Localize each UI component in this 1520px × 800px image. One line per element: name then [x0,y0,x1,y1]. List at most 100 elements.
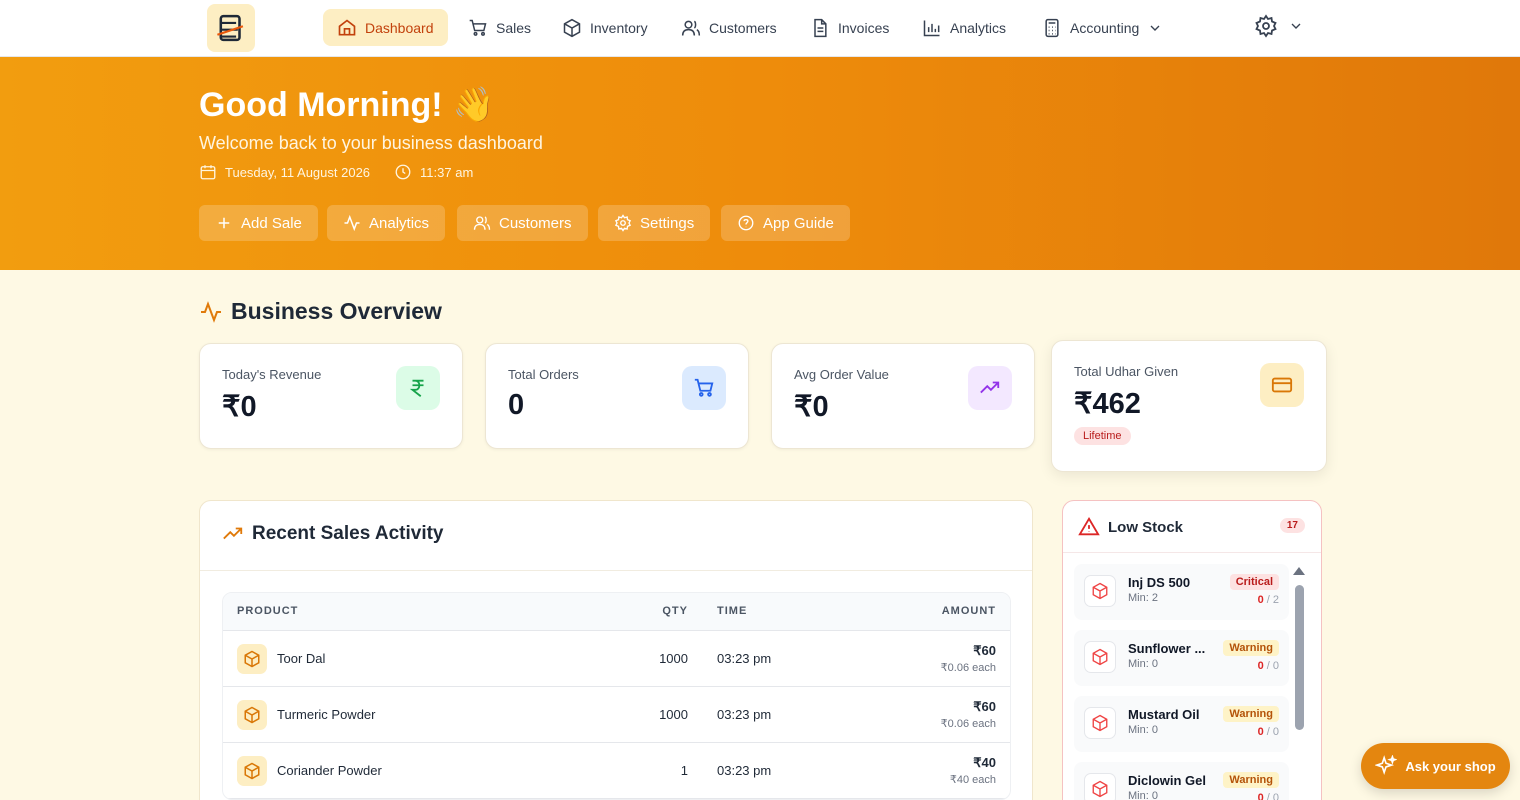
low-stock-item[interactable]: Sunflower ... Min: 0 Warning 0 / 0 [1074,630,1289,686]
product-name: Coriander Powder [277,763,382,778]
low-stock-item[interactable]: Mustard Oil Min: 0 Warning 0 / 0 [1074,696,1289,752]
low-stock-item[interactable]: Inj DS 500 Min: 2 Critical 0 / 2 [1074,564,1289,620]
item-min: Min: 2 [1128,592,1158,604]
nav-invoices[interactable]: Invoices [796,9,903,46]
activity-icon [344,214,360,232]
trending-up-icon [980,381,1000,394]
nav-dashboard-label: Dashboard [365,19,434,36]
nav-analytics[interactable]: Analytics [908,9,1020,46]
divider [1063,552,1321,553]
avg-order-value: ₹0 [794,391,829,423]
product-thumb [237,700,267,730]
product-name: Toor Dal [277,651,326,666]
current-date: Tuesday, 11 August 2026 [225,164,371,180]
item-thumb [1084,707,1116,739]
item-min: Min: 0 [1128,724,1158,736]
box-icon [244,650,260,668]
stock-target: 0 [1272,726,1279,738]
item-name: Sunflower ... [1128,641,1206,656]
ask-your-shop-button[interactable]: Ask your shop [1361,743,1510,789]
nav-inventory-label: Inventory [590,19,648,36]
top-navbar: Dashboard Sales Inventory Customers Invo… [0,0,1520,57]
calendar-icon [200,165,216,180]
sale-time: 03:23 pm [717,763,772,778]
nav-invoices-label: Invoices [838,19,890,36]
status-badge: Warning [1223,772,1279,788]
nav-customers[interactable]: Customers [667,9,791,46]
recent-sales-heading: Recent Sales Activity [222,523,444,545]
home-icon [338,18,356,35]
current-time: 11:37 am [420,164,474,180]
gear-icon [614,214,632,232]
column-header-qty: QTY [662,605,688,617]
avg-order-icon-badge [968,366,1012,410]
scrollbar-thumb[interactable] [1295,585,1304,730]
hero-subtitle: Welcome back to your business dashboard [199,133,543,153]
unit-price: ₹0.06 each [940,718,996,730]
column-header-time: TIME [717,605,748,617]
activity-icon [201,300,221,323]
udhar-card: Total Udhar Given ₹462 Lifetime [1051,340,1327,472]
nav-accounting[interactable]: Accounting [1028,9,1177,46]
ask-your-shop-label: Ask your shop [1405,758,1496,774]
product-qty: 1000 [659,707,688,722]
stock-current: 0 [1257,792,1264,800]
analytics-label: Analytics [369,214,430,232]
udhar-icon-badge [1260,363,1304,407]
app-logo[interactable] [207,4,255,52]
table-row[interactable]: Turmeric Powder 1000 03:23 pm ₹60 ₹0.06 … [223,687,1010,743]
calculator-icon [1045,18,1059,37]
item-thumb [1084,773,1116,800]
stock-ratio: 0 / 0 [1258,792,1279,800]
nav-dashboard[interactable]: Dashboard [323,9,448,46]
low-stock-title: Low Stock [1108,518,1184,536]
hero-banner: Good Morning! 👋 Welcome back to your bus… [0,57,1520,270]
sparkles-icon [1375,755,1398,776]
nav-accounting-label: Accounting [1070,19,1140,36]
bar-chart-icon [923,20,940,36]
box-icon [1092,582,1108,600]
item-thumb [1084,641,1116,673]
table-header: PRODUCT QTY TIME AMOUNT [223,593,1010,631]
nav-inventory[interactable]: Inventory [548,9,662,46]
table-row[interactable]: Toor Dal 1000 03:23 pm ₹60 ₹0.06 each [223,631,1010,687]
add-sale-label: Add Sale [241,214,302,232]
sale-amount: ₹60 [973,643,996,658]
help-circle-icon [738,215,754,231]
item-min: Min: 0 [1128,658,1158,670]
status-badge: Critical [1229,574,1279,590]
sale-amount: ₹60 [973,699,996,714]
sale-amount: ₹40 [973,755,996,770]
revenue-card: Today's Revenue ₹0 [199,343,463,449]
alert-triangle-icon [1078,516,1100,536]
table-row[interactable]: Coriander Powder 1 03:23 pm ₹40 ₹40 each [223,743,1010,799]
settings-label: Settings [640,214,695,232]
stock-current: 0 [1257,594,1264,606]
nav-analytics-label: Analytics [950,19,1007,36]
nav-sales[interactable]: Sales [454,9,545,46]
revenue-value: ₹0 [222,391,257,423]
stock-ratio: 0 / 2 [1257,594,1279,606]
box-icon [244,762,260,780]
settings-menu[interactable] [1254,14,1304,38]
nav-customers-label: Customers [709,19,777,36]
settings-button[interactable]: Settings [598,205,711,241]
clock-icon [395,164,411,180]
business-overview-heading: Business Overview [199,298,442,325]
users-icon [473,216,491,230]
low-stock-item[interactable]: Diclowin Gel Min: 0 Warning 0 / 0 [1074,762,1289,800]
orders-card: Total Orders 0 [485,343,749,449]
chevron-down-icon [1291,23,1301,29]
low-stock-heading: Low Stock [1078,516,1183,538]
sale-time: 03:23 pm [717,707,772,722]
lifetime-badge: Lifetime [1074,427,1131,445]
analytics-button[interactable]: Analytics [327,205,446,241]
orders-icon-badge [682,366,726,410]
revenue-icon-badge [396,366,440,410]
app-guide-button[interactable]: App Guide [721,205,850,241]
divider [200,570,1032,571]
recent-sales-panel: Recent Sales Activity PRODUCT QTY TIME A… [199,500,1033,800]
add-sale-button[interactable]: Add Sale [199,205,318,241]
scroll-up-arrow[interactable] [1293,567,1305,575]
customers-button[interactable]: Customers [457,205,588,241]
